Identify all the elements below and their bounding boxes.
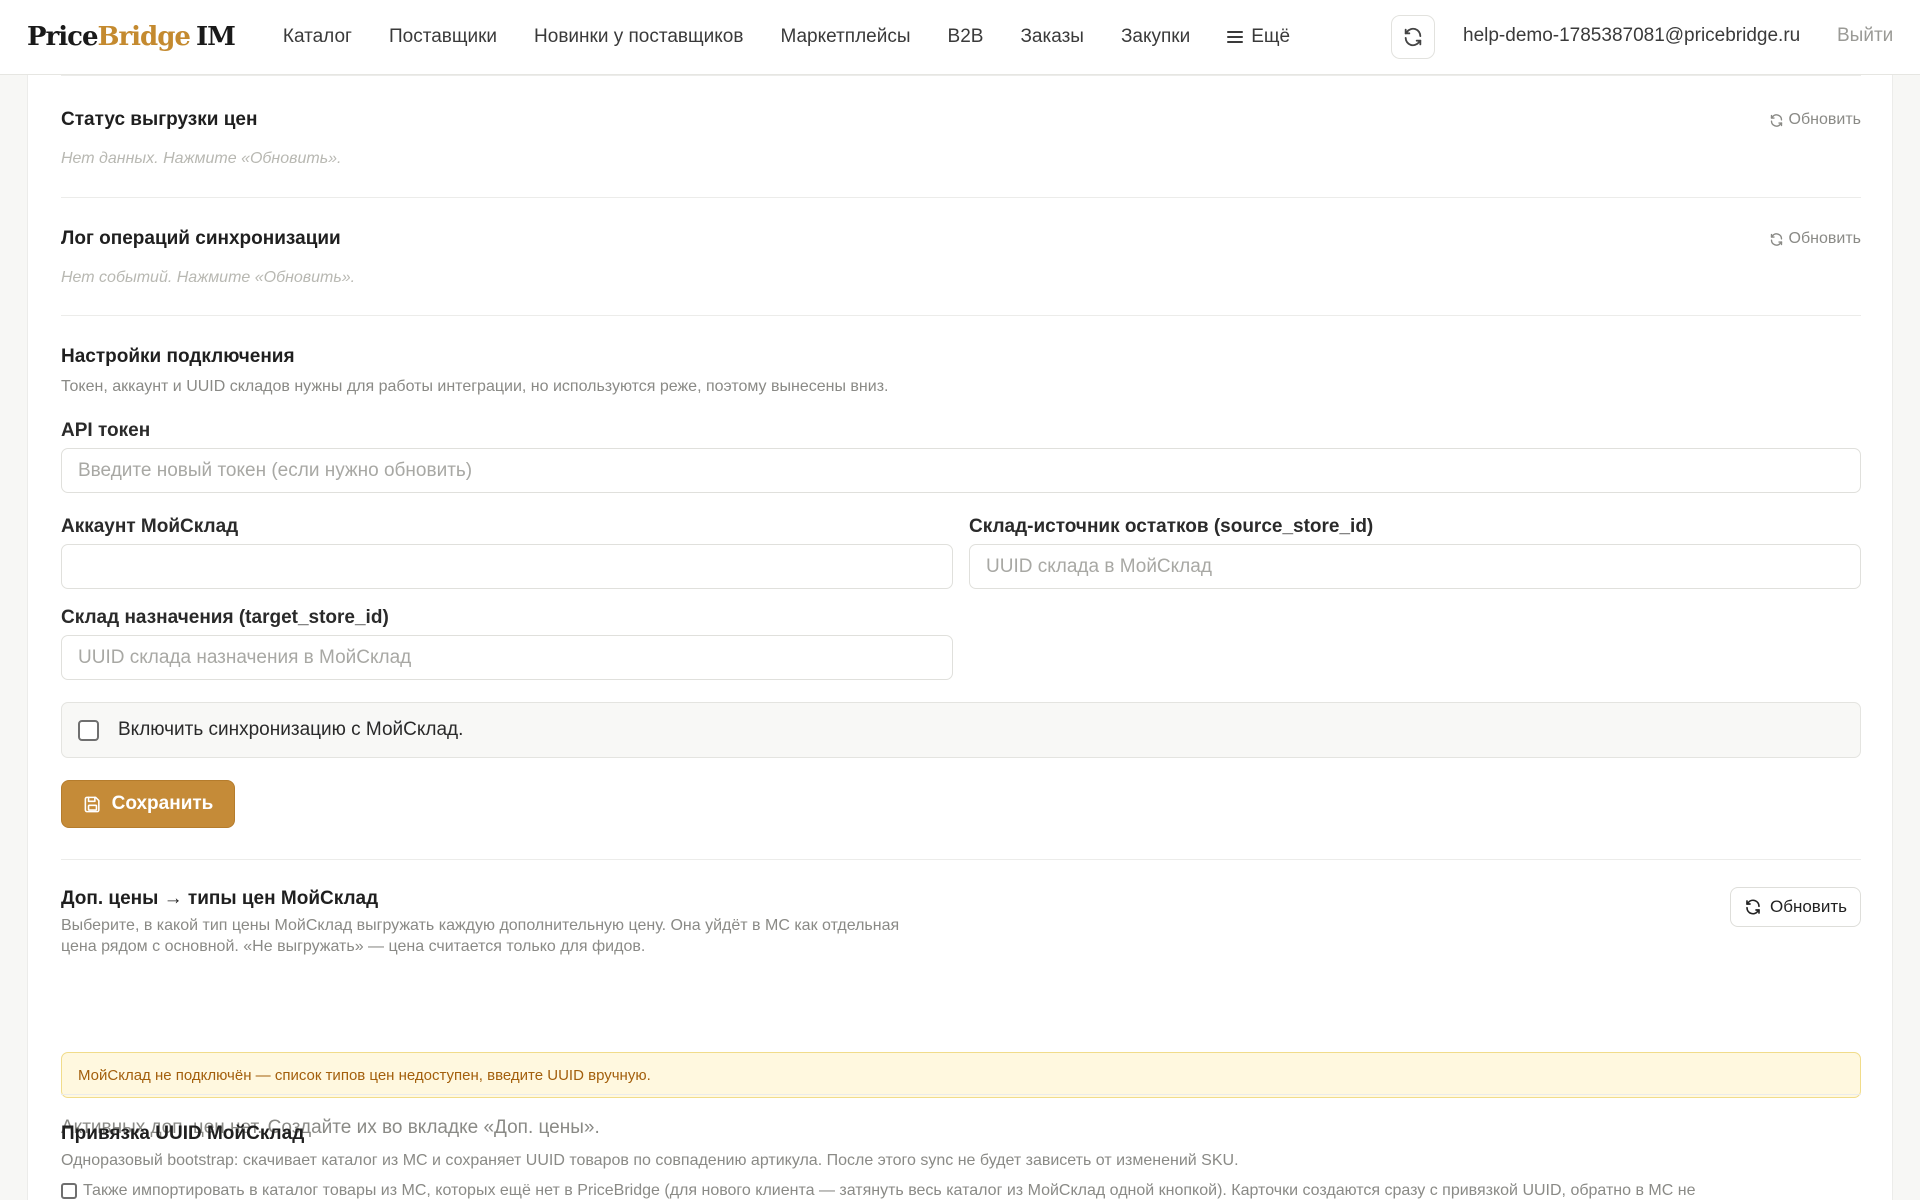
section-description: Одноразовый bootstrap: скачивает каталог…: [61, 1152, 1239, 1169]
section-description-line1: Выберите, в какой тип цены МойСклад выгр…: [61, 917, 900, 934]
user-email[interactable]: help-demo-1785387081@pricebridge.ru: [1463, 25, 1800, 47]
section-title: Привязка UUID МойСклад: [61, 1123, 305, 1144]
nav-item-more[interactable]: Ещё: [1227, 26, 1290, 48]
section-divider: [61, 859, 1861, 860]
save-icon: [84, 796, 100, 812]
import-option-label[interactable]: Также импортировать в каталог товары из …: [83, 1182, 1695, 1199]
source-store-input[interactable]: [969, 544, 1861, 589]
nav-item-catalog[interactable]: Каталог: [283, 26, 352, 48]
nav-item-marketplaces[interactable]: Маркетплейсы: [780, 26, 910, 48]
import-option-row: Также импортировать в каталог товары из …: [61, 1182, 1861, 1200]
account-input[interactable]: [61, 544, 953, 589]
extra-prices-refresh-button[interactable]: Обновить: [1730, 887, 1861, 927]
section-title: Лог операций синхронизации: [61, 228, 341, 249]
api-token-input[interactable]: [61, 448, 1861, 493]
warning-banner: МойСклад не подключён — список типов цен…: [61, 1052, 1861, 1098]
main-nav: Каталог Поставщики Новинки у поставщиков…: [283, 26, 1327, 48]
save-button[interactable]: Сохранить: [61, 780, 235, 828]
nav-more-label: Ещё: [1251, 26, 1291, 47]
section-divider: [61, 315, 1861, 316]
section-title: Настройки подключения: [61, 346, 295, 367]
target-store-label: Склад назначения (target_store_id): [61, 607, 389, 628]
nav-item-supplier-news[interactable]: Новинки у поставщиков: [534, 26, 743, 48]
enable-sync-checkbox[interactable]: [78, 719, 99, 741]
refresh-icon: [1404, 27, 1422, 47]
uuid-binding-section: Привязка UUID МойСклад Одноразовый boots…: [61, 1123, 1861, 1200]
refresh-icon: [1746, 899, 1760, 915]
nav-item-b2b[interactable]: B2B: [948, 26, 984, 48]
nav-item-purchases[interactable]: Закупки: [1121, 26, 1190, 48]
target-store-input[interactable]: [61, 635, 953, 680]
section-divider: [61, 197, 1861, 198]
section-divider: [61, 1094, 1861, 1095]
source-store-label: Склад-источник остатков (source_store_id…: [969, 516, 1374, 537]
section-title: Доп. цены → типы цен МойСклад: [61, 888, 379, 909]
sync-log-refresh-link[interactable]: Обновить: [1769, 230, 1861, 248]
price-status-refresh-link[interactable]: Обновить: [1769, 111, 1861, 129]
integration-settings-card: Статус выгрузки цен Обновить Нет данных.…: [27, 75, 1893, 1200]
global-sync-button[interactable]: [1391, 15, 1435, 59]
enable-sync-label[interactable]: Включить синхронизацию с МойСклад.: [118, 719, 463, 741]
brand-logo[interactable]: PriceBridge IM: [27, 22, 236, 52]
hamburger-menu-icon: [1227, 28, 1244, 46]
extra-prices-section: Доп. цены → типы цен МойСклад Выберите, …: [61, 887, 1861, 1138]
connection-settings-section: Настройки подключения Токен, аккаунт и U…: [61, 346, 1861, 906]
nav-item-suppliers[interactable]: Поставщики: [389, 26, 497, 48]
section-description: Токен, аккаунт и UUID складов нужны для …: [61, 378, 889, 395]
api-token-label: API токен: [61, 420, 151, 441]
empty-state-text: Нет данных. Нажмите «Обновить».: [61, 150, 342, 167]
enable-sync-row: Включить синхронизацию с МойСклад.: [61, 702, 1861, 758]
sync-log-section: Лог операций синхронизации Обновить Нет …: [61, 228, 1861, 288]
section-description-line2: цена рядом с основной. «Не выгружать» — …: [61, 938, 646, 955]
price-export-status-section: Статус выгрузки цен Обновить Нет данных.…: [61, 109, 1861, 169]
top-navigation-bar: PriceBridge IM Каталог Поставщики Новинки…: [0, 0, 1920, 75]
logout-link[interactable]: Выйти: [1837, 25, 1893, 47]
nav-item-orders[interactable]: Заказы: [1020, 26, 1084, 48]
refresh-icon: [1770, 232, 1782, 246]
empty-state-text: Нет событий. Нажмите «Обновить».: [61, 269, 356, 286]
refresh-icon: [1770, 113, 1782, 127]
section-title: Статус выгрузки цен: [61, 109, 258, 130]
account-label: Аккаунт МойСклад: [61, 516, 239, 537]
section-divider: [61, 75, 1861, 76]
import-catalog-checkbox[interactable]: [61, 1182, 77, 1199]
